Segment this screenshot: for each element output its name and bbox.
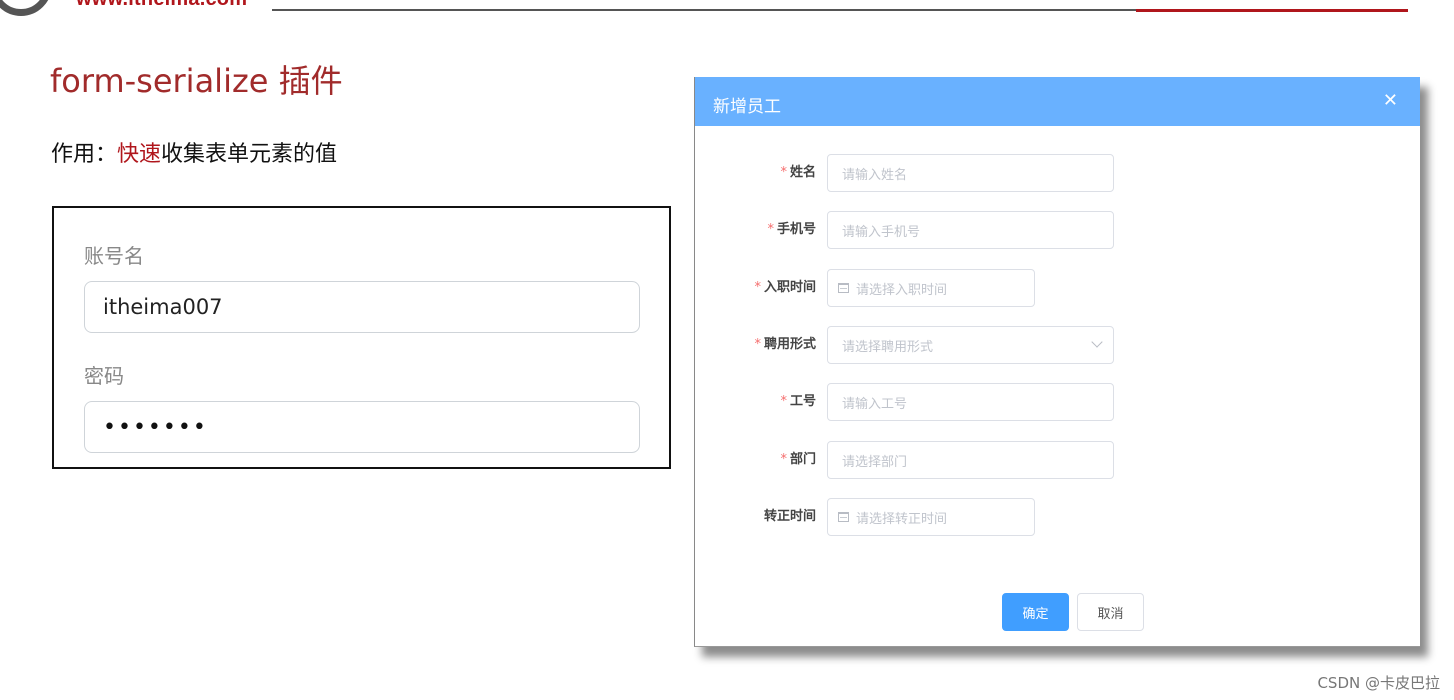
field-label-text: 工号 <box>789 394 816 409</box>
field-label-text: 入职时间 <box>763 280 816 295</box>
password-label: 密码 <box>84 364 124 388</box>
form-row-regular-date: 转正时间 请选择转正时间 <box>695 498 1420 536</box>
password-value: ••••••• <box>103 414 208 440</box>
employee-id-placeholder: 请输入工号 <box>842 396 908 412</box>
required-mark: * <box>767 222 774 237</box>
field-label-text: 部门 <box>789 452 816 467</box>
employment-type-select[interactable]: 请选择聘用形式 <box>827 326 1114 364</box>
subtitle-suffix: 收集表单元素的值 <box>161 142 338 167</box>
dialog-title: 新增员工 <box>713 97 781 117</box>
demo-login-form: 账号名 itheima007 密码 ••••••• <box>52 206 671 469</box>
required-mark: * <box>780 452 787 467</box>
username-input[interactable]: itheima007 <box>84 281 640 333</box>
employment-type-placeholder: 请选择聘用形式 <box>842 339 934 355</box>
name-input[interactable]: 请输入姓名 <box>827 154 1114 192</box>
brand-logo-icon <box>0 0 52 16</box>
form-row-hire-date: * 入职时间 请选择入职时间 <box>695 269 1420 307</box>
chevron-down-icon <box>1091 336 1103 348</box>
close-icon[interactable]: ✕ <box>1383 90 1398 111</box>
field-label-text: 姓名 <box>789 165 816 180</box>
field-label-text: 转正时间 <box>763 509 816 524</box>
field-label: * 姓名 <box>780 154 816 192</box>
field-label-text: 聘用形式 <box>763 337 816 352</box>
dialog-header: 新增员工 ✕ <box>695 77 1420 126</box>
regular-date-picker[interactable]: 请选择转正时间 <box>827 498 1035 536</box>
field-label: 转正时间 <box>764 498 816 536</box>
form-row-phone: * 手机号 请输入手机号 <box>695 211 1420 249</box>
department-placeholder: 请选择部门 <box>842 454 908 470</box>
password-input[interactable]: ••••••• <box>84 401 640 453</box>
employee-id-input[interactable]: 请输入工号 <box>827 383 1114 421</box>
field-label: * 入职时间 <box>754 269 816 307</box>
brand-url: www.itheima.com <box>76 0 247 11</box>
field-label: * 工号 <box>780 383 816 421</box>
subtitle-highlight: 快速 <box>117 142 162 167</box>
hire-date-placeholder: 请选择入职时间 <box>856 282 948 298</box>
watermark: CSDN @卡皮巴拉 <box>1317 674 1440 692</box>
field-label-text: 手机号 <box>776 222 816 237</box>
required-mark: * <box>780 394 787 409</box>
cancel-button[interactable]: 取消 <box>1077 593 1144 631</box>
field-label: * 部门 <box>780 441 816 479</box>
confirm-button[interactable]: 确定 <box>1002 593 1069 631</box>
username-value: itheima007 <box>103 295 223 319</box>
subtitle-prefix: 作用： <box>51 142 118 167</box>
calendar-icon <box>838 512 849 522</box>
required-mark: * <box>754 280 761 295</box>
field-label: * 聘用形式 <box>754 326 816 364</box>
form-row-department: * 部门 请选择部门 <box>695 441 1420 479</box>
slide-subtitle: 作用：快速收集表单元素的值 <box>51 136 337 168</box>
phone-input[interactable]: 请输入手机号 <box>827 211 1114 249</box>
calendar-icon <box>838 283 849 293</box>
form-row-employment-type: * 聘用形式 请选择聘用形式 <box>695 326 1420 364</box>
field-label: * 手机号 <box>767 211 816 249</box>
header-accent-bar <box>1136 9 1408 12</box>
required-mark: * <box>754 337 761 352</box>
add-employee-dialog: 新增员工 ✕ * 姓名 请输入姓名 * 手机号 请输入手机号 * 入职时间 请选择入职… <box>694 77 1420 647</box>
phone-placeholder: 请输入手机号 <box>842 224 921 240</box>
username-label: 账号名 <box>84 244 144 268</box>
name-placeholder: 请输入姓名 <box>842 167 908 183</box>
required-mark: * <box>780 165 787 180</box>
hire-date-picker[interactable]: 请选择入职时间 <box>827 269 1035 307</box>
form-row-employee-id: * 工号 请输入工号 <box>695 383 1420 421</box>
department-input[interactable]: 请选择部门 <box>827 441 1114 479</box>
regular-date-placeholder: 请选择转正时间 <box>856 511 948 527</box>
form-row-name: * 姓名 请输入姓名 <box>695 154 1420 192</box>
slide-title: form-serialize 插件 <box>50 62 343 100</box>
